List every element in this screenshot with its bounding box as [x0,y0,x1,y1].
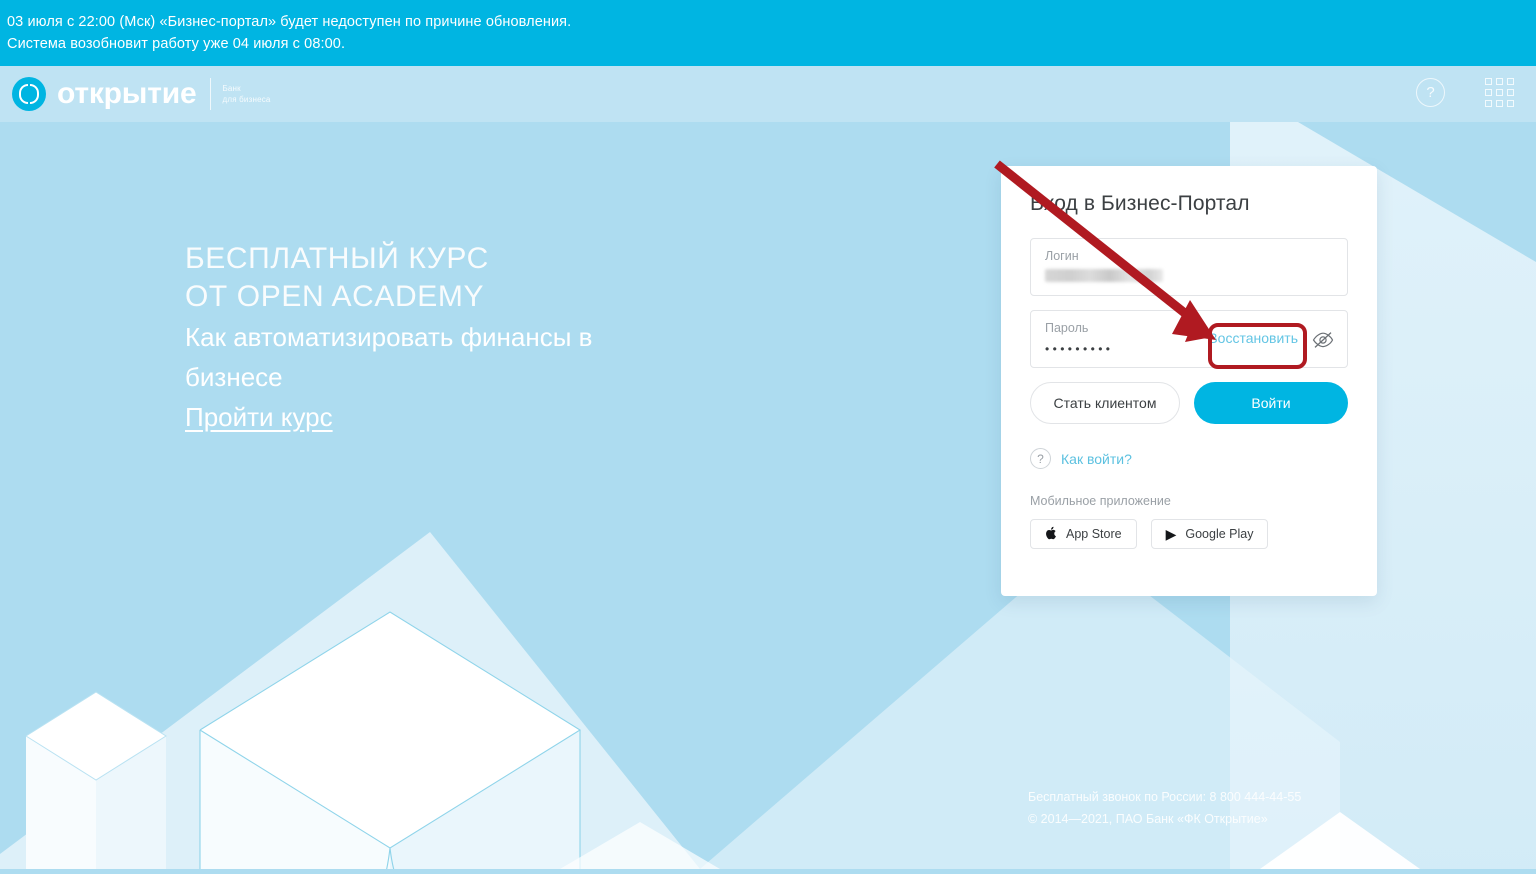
auth-buttons-row: Стать клиентом Войти [1030,382,1348,424]
footer-copyright-line: © 2014—2021, ПАО Банк «ФК Открытие» [1028,812,1268,826]
mobile-app-label: Мобильное приложение [1030,494,1171,508]
maintenance-notice-line-1: 03 июля с 22:00 (Мск) «Бизнес-портал» бу… [7,14,572,30]
promo-headline-line-2: ОТ OPEN ACADEMY [185,280,485,313]
login-submit-button[interactable]: Войти [1194,382,1348,424]
promo-cta-link[interactable]: Пройти курс [185,398,333,436]
google-play-label: Google Play [1185,527,1254,541]
login-field-label: Логин [1045,249,1079,263]
google-play-button[interactable]: ▶ Google Play [1150,519,1269,549]
maintenance-notice-banner: 03 июля с 22:00 (Мск) «Бизнес-портал» бу… [0,0,1536,66]
how-to-login-row[interactable]: ? Как войти? [1030,448,1348,469]
login-card-title: Вход в Бизнес-Портал [1030,192,1250,215]
cube-peak-mid [560,822,720,869]
question-circle-icon: ? [1030,448,1051,469]
become-client-button[interactable]: Стать клиентом [1030,382,1180,424]
store-buttons-row: App Store ▶ Google Play [1030,519,1348,549]
eye-off-icon[interactable] [1312,331,1334,349]
password-field[interactable]: Пароль ••••••••• Восстановить [1030,310,1348,368]
brand-logo[interactable]: открытие Банк для бизнеса [12,74,271,114]
brand-tagline-line-2: для бизнеса [222,95,271,104]
header-actions: ? [1416,78,1514,107]
cube-large [199,611,582,869]
app-store-label: App Store [1066,527,1122,541]
site-header: открытие Банк для бизнеса ? [0,66,1536,122]
promo-headline-line-1: БЕСПЛАТНЫЙ КУРС [185,242,489,275]
promo-block: БЕСПЛАТНЫЙ КУРС ОТ OPEN ACADEMY Как авто… [185,240,655,436]
brand-tagline-line-1: Банк [222,84,241,93]
brand-wordmark: открытие [57,77,197,110]
page-footer: Бесплатный звонок по России: 8 800 444-4… [1028,786,1428,830]
footer-phone-line: Бесплатный звонок по России: 8 800 444-4… [1028,790,1302,804]
apps-grid-icon[interactable] [1485,78,1514,107]
login-field[interactable]: Логин [1030,238,1348,296]
promo-subline-1: Как автоматизировать финансы в [185,322,593,352]
login-card: Вход в Бизнес-Портал Логин Пароль ••••••… [1001,166,1377,596]
brand-divider [210,78,212,110]
maintenance-notice-line-2: Система возобновит работу уже 04 июля с … [7,36,346,52]
brand-tagline: Банк для бизнеса [222,83,270,105]
question-circle-icon[interactable]: ? [1416,78,1445,107]
recover-password-link[interactable]: Восстановить [1208,330,1298,346]
promo-subline-2: бизнесе [185,362,283,392]
how-to-login-label: Как войти? [1061,450,1132,467]
otkritie-logo-icon [12,77,46,111]
google-play-icon: ▶ [1165,526,1177,542]
cube-small [25,691,167,869]
login-field-redacted-value [1045,269,1163,282]
apple-icon [1045,526,1057,542]
app-store-button[interactable]: App Store [1030,519,1137,549]
